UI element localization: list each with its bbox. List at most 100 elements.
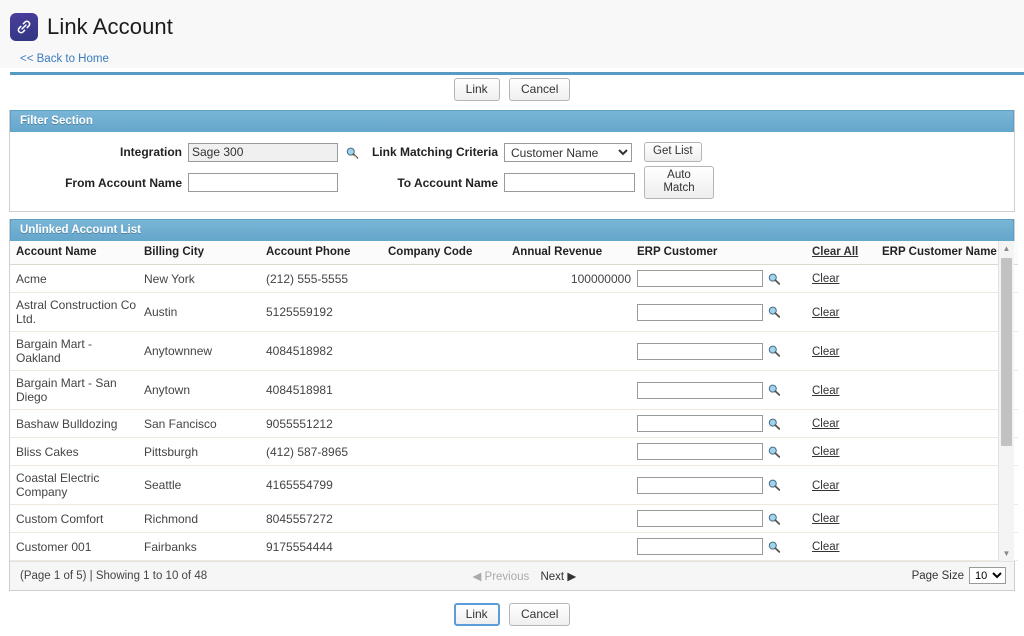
cell-company-code <box>382 331 506 371</box>
cell-clear: Clear <box>806 370 876 410</box>
cell-erp-customer <box>631 370 806 410</box>
cancel-button-top[interactable]: Cancel <box>509 78 571 101</box>
cell-billing-city: New York <box>138 264 260 293</box>
pagination-bar: (Page 1 of 5) | Showing 1 to 10 of 48 ◀ … <box>10 561 1014 590</box>
cell-account-name: Bargain Mart - Oakland <box>10 331 138 371</box>
auto-match-button[interactable]: Auto Match <box>644 166 714 199</box>
table-row: Astral Construction Co Ltd. Austin 5125559… <box>10 292 1018 332</box>
clear-row-link[interactable]: Clear <box>812 273 839 285</box>
clear-row-link[interactable]: Clear <box>812 480 839 492</box>
back-to-home-link[interactable]: << Back to Home <box>20 53 109 65</box>
list-scroll-area: Account Name Billing City Account Phone … <box>10 241 1018 561</box>
link-matching-criteria-select[interactable]: Customer Name <box>504 142 632 162</box>
table-row: Acme New York (212) 555-5555 100000000 Clear <box>10 264 1018 293</box>
erp-customer-lookup-icon[interactable] <box>767 383 781 397</box>
cell-clear: Clear <box>806 409 876 438</box>
get-list-button[interactable]: Get List <box>644 142 702 162</box>
table-vertical-scrollbar[interactable]: ▲ ▼ <box>998 241 1014 561</box>
filter-spacer-1 <box>714 140 1014 164</box>
cell-account-phone: 4084518982 <box>260 331 382 371</box>
cell-clear: Clear <box>806 504 876 533</box>
cell-annual-revenue <box>506 331 631 371</box>
integration-field-cell <box>188 140 368 164</box>
to-account-name-input[interactable] <box>504 173 635 192</box>
table-header-row: Account Name Billing City Account Phone … <box>10 241 1018 265</box>
clear-row-link[interactable]: Clear <box>812 385 839 397</box>
cell-erp-customer-name <box>876 264 1018 293</box>
cell-erp-customer <box>631 437 806 466</box>
erp-customer-input[interactable] <box>637 270 763 287</box>
erp-customer-input[interactable] <box>637 476 763 494</box>
scroll-up-arrow[interactable]: ▲ <box>999 241 1014 256</box>
clear-row-link[interactable]: Clear <box>812 307 839 319</box>
next-page-label: Next <box>540 570 565 583</box>
cell-account-phone: 9175554444 <box>260 532 382 561</box>
filter-spacer-2 <box>714 164 1014 201</box>
erp-customer-input[interactable] <box>637 443 763 460</box>
erp-customer-input[interactable] <box>637 381 763 399</box>
next-page-link[interactable]: Next ▶ <box>540 571 576 583</box>
integration-lookup-icon[interactable] <box>345 146 359 160</box>
erp-customer-lookup-icon[interactable] <box>767 540 781 554</box>
col-account-phone: Account Phone <box>260 241 382 265</box>
erp-customer-input[interactable] <box>637 538 763 555</box>
cell-annual-revenue <box>506 465 631 505</box>
cell-erp-customer <box>631 264 806 293</box>
cell-clear: Clear <box>806 331 876 371</box>
cell-erp-customer <box>631 292 806 332</box>
cell-erp-customer <box>631 504 806 533</box>
integration-label: Integration <box>120 145 182 159</box>
from-account-name-input[interactable] <box>188 173 338 192</box>
erp-customer-lookup-icon[interactable] <box>767 478 781 492</box>
table-row: Customer 001 Fairbanks 9175554444 Clear <box>10 532 1018 561</box>
previous-page-label: Previous <box>484 570 530 583</box>
clear-row-link[interactable]: Clear <box>812 513 839 525</box>
cell-annual-revenue <box>506 292 631 332</box>
scrollbar-thumb[interactable] <box>1001 258 1012 446</box>
erp-customer-lookup-icon[interactable] <box>767 272 781 286</box>
clear-row-link[interactable]: Clear <box>812 346 839 358</box>
erp-customer-lookup-icon[interactable] <box>767 512 781 526</box>
pagination-controls: ◀ Previous Next ▶ <box>207 569 911 583</box>
cell-clear: Clear <box>806 264 876 293</box>
erp-customer-lookup-icon[interactable] <box>767 445 781 459</box>
cell-account-phone: (212) 555-5555 <box>260 264 382 293</box>
clear-row-link[interactable]: Clear <box>812 418 839 430</box>
page-size-label: Page Size <box>911 569 964 582</box>
col-erp-customer: ERP Customer <box>631 241 806 265</box>
clear-all-link[interactable]: Clear All <box>812 246 858 258</box>
erp-customer-lookup-icon[interactable] <box>767 417 781 431</box>
cell-account-phone: 4084518981 <box>260 370 382 410</box>
erp-customer-input[interactable] <box>637 303 763 321</box>
clear-row-link[interactable]: Clear <box>812 446 839 458</box>
table-row: Bargain Mart - San Diego Anytown 408451898… <box>10 370 1018 410</box>
cancel-button-bottom[interactable]: Cancel <box>509 603 571 626</box>
from-account-cell <box>188 164 368 201</box>
scroll-down-arrow[interactable]: ▼ <box>999 546 1014 561</box>
link-criteria-cell: Customer Name <box>504 140 644 164</box>
cell-erp-customer <box>631 409 806 438</box>
table-body: Acme New York (212) 555-5555 100000000 Clear… <box>10 264 1018 561</box>
erp-customer-input[interactable] <box>637 342 763 360</box>
table-row: Bashaw Bulldozing San Fancisco 9055551212 C… <box>10 409 1018 438</box>
erp-customer-lookup-icon[interactable] <box>767 305 781 319</box>
col-annual-revenue: Annual Revenue <box>506 241 631 265</box>
unlinked-account-list-panel: Unlinked Account List Account Name Billi… <box>9 219 1018 591</box>
cell-erp-customer-name <box>876 465 1018 505</box>
link-criteria-label: Link Matching Criteria <box>371 145 498 159</box>
cell-annual-revenue <box>506 437 631 466</box>
erp-customer-input[interactable] <box>637 510 763 527</box>
integration-input[interactable] <box>188 142 338 162</box>
unlinked-account-table: Account Name Billing City Account Phone … <box>10 241 1018 561</box>
title-row: Link Account <box>10 10 1024 44</box>
link-button-bottom[interactable]: Link <box>453 603 500 626</box>
previous-page-link[interactable]: ◀ Previous <box>472 571 529 583</box>
page-size-select[interactable]: 10 <box>969 567 1006 584</box>
erp-customer-input[interactable] <box>637 415 763 432</box>
cell-billing-city: Anytown <box>138 370 260 410</box>
erp-customer-lookup-icon[interactable] <box>767 344 781 358</box>
filter-row-1: Integration Link Matching Criteria Cus <box>10 140 1014 164</box>
cell-account-name: Customer 001 <box>10 532 138 561</box>
bottom-button-bar: Link Cancel <box>0 591 1024 636</box>
link-button-top[interactable]: Link <box>453 78 500 101</box>
